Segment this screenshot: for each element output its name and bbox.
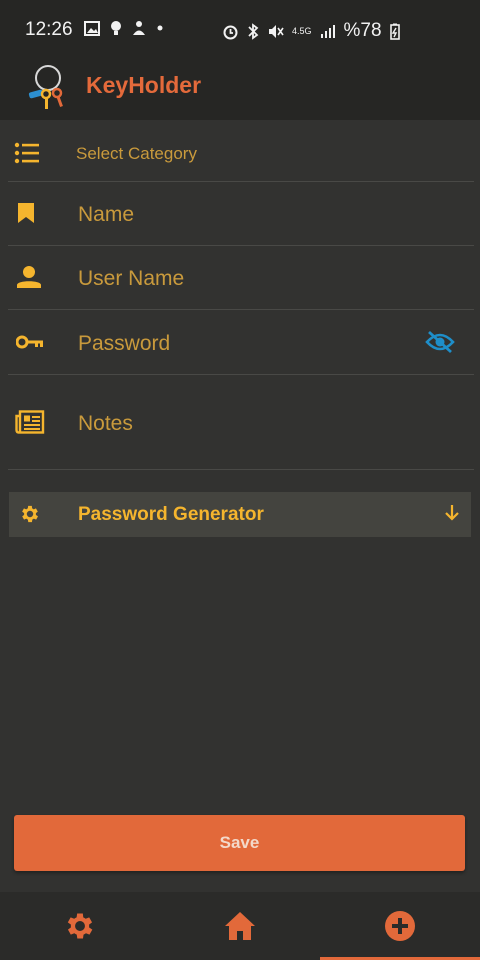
bluetooth-icon [248,22,259,40]
person-icon [17,266,41,288]
password-placeholder: Password [78,332,171,355]
system-icons: 4.5G %78 [222,20,400,42]
generator-label: Password Generator [78,504,264,525]
signal-icon [320,25,335,38]
status-bar: 12:26 4.5G %78 [0,0,480,58]
home-icon [225,912,255,940]
notes-field[interactable]: Notes [8,375,474,470]
category-placeholder: Select Category [76,144,197,163]
image-notification-icon [84,20,100,36]
username-placeholder: User Name [78,267,185,290]
key-icon [16,335,43,349]
bulb-notification-icon [111,21,121,35]
gear-icon [67,913,93,939]
list-icon [14,142,39,164]
name-field[interactable]: Name [8,182,474,246]
bookmark-icon [18,203,34,223]
nav-home[interactable] [160,892,320,960]
username-field[interactable]: User Name [8,246,474,310]
bottom-nav [0,892,480,960]
dot-icon [157,25,163,31]
battery-icon [389,23,400,40]
plus-circle-icon [385,911,415,941]
gear-icon [22,505,38,523]
nav-settings[interactable] [0,892,160,960]
nav-add[interactable] [320,892,480,960]
network-type: 4.5G [292,25,312,36]
password-generator-panel[interactable]: Password Generator [9,492,471,537]
notification-icons [84,20,164,36]
battery-percent: %78 [343,20,382,41]
newspaper-icon [15,410,45,434]
save-button[interactable]: Save [14,815,465,871]
eye-off-icon[interactable] [425,330,455,354]
status-time: 12:26 [25,19,73,40]
password-field[interactable]: Password [8,310,474,375]
mute-icon [269,24,284,38]
keys-logo-icon [28,65,63,109]
app-title: KeyHolder [86,72,202,98]
name-placeholder: Name [78,203,135,226]
category-selector[interactable]: Select Category [8,122,474,182]
arrow-down-icon[interactable] [444,504,460,522]
alarm-icon [223,25,238,39]
app-bar: KeyHolder [0,58,480,120]
notes-placeholder: Notes [78,412,133,435]
app-notification-icon [133,21,145,35]
